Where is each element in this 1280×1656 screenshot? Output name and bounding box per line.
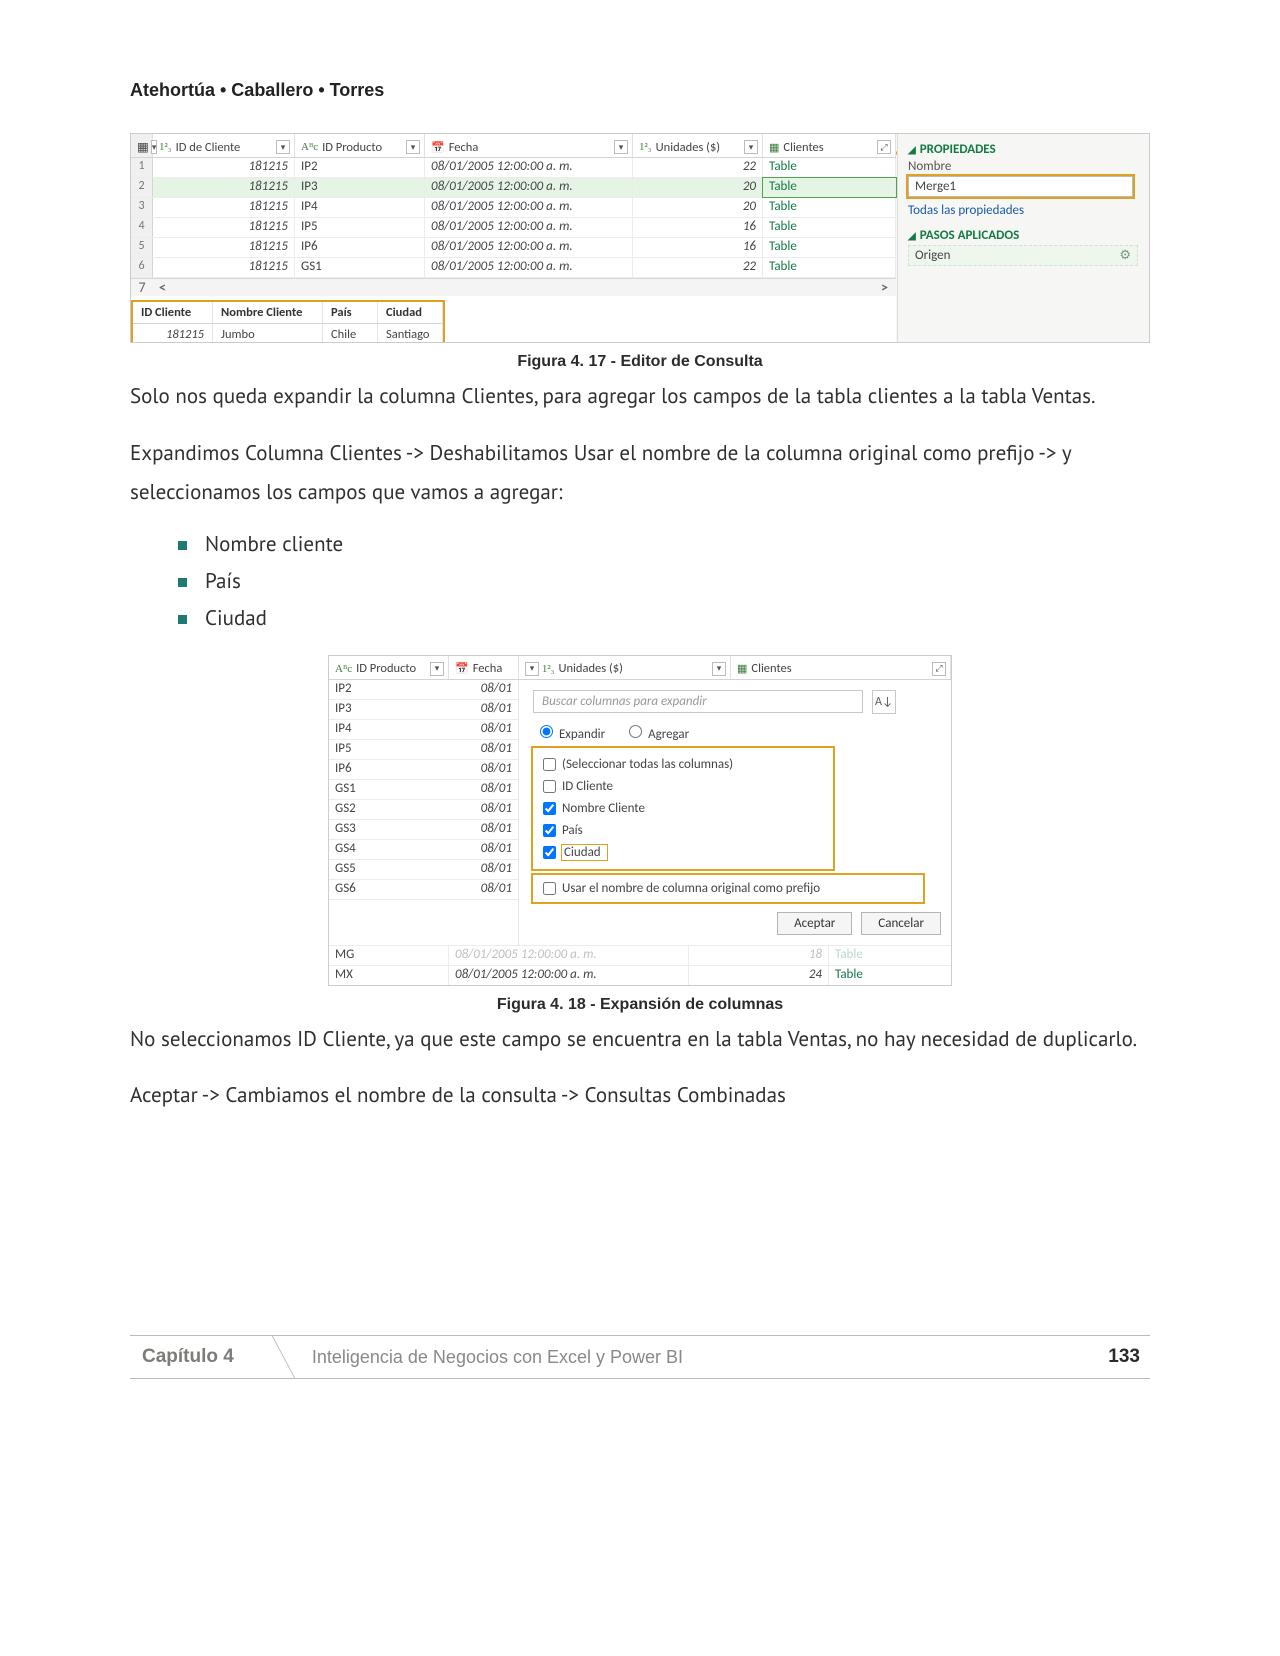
col-clientes[interactable]: ▦Clientes⤢ [763, 134, 896, 157]
cancelar-button[interactable]: Cancelar [861, 912, 941, 935]
col-id-producto[interactable]: AᴮcID Producto▾ [329, 656, 449, 679]
nombre-label: Nombre [908, 159, 1139, 174]
book-title: Inteligencia de Negocios con Excel y Pow… [284, 1347, 683, 1368]
expand-icon: ⤢ [877, 140, 891, 154]
figure-4-17-caption: Figura 4. 17 - Editor de Consulta [130, 353, 1150, 371]
paragraph-4: Aceptar -> Cambiamos el nombre de la con… [130, 1076, 1150, 1115]
table-row[interactable]: 3181215IP408/01/2005 12:00:00 a. m.20Tab… [131, 198, 896, 218]
paragraph-3: No seleccionamos ID Cliente, ya que este… [130, 1020, 1150, 1059]
running-head: Atehortúa • Caballero • Torres [130, 80, 1150, 101]
expand-icon: ⤢ [932, 662, 946, 676]
list-item: Nombre cliente [178, 530, 1150, 557]
radio-agregar[interactable]: Agregar [624, 727, 689, 742]
table-row[interactable]: GS608/01 [329, 880, 518, 900]
figure-4-17: ⟵ ▦▾ 1²₃ID de Cliente▾ AᴮcID Producto▾ 📅… [130, 133, 1150, 343]
table-row[interactable]: IP608/01 [329, 760, 518, 780]
step-origen[interactable]: Origen⚙ [908, 245, 1138, 266]
page-footer: Capítulo 4 Inteligencia de Negocios con … [130, 1335, 1150, 1379]
col-fecha[interactable]: 📅Fecha [449, 656, 519, 679]
col-unidades[interactable]: ▾ 1²₃Unidades ($)▾ [519, 656, 731, 679]
table-row[interactable]: GS108/01 [329, 780, 518, 800]
scrollbar[interactable]: 7 < > [131, 278, 896, 296]
col-clientes[interactable]: ▦Clientes⤢ [731, 656, 951, 679]
list-item: Ciudad [178, 604, 1150, 631]
radio-expandir[interactable]: Expandir [535, 727, 605, 742]
bullet-icon [178, 578, 187, 587]
checkbox-ciudad[interactable]: Ciudad [539, 843, 827, 862]
search-input[interactable]: Buscar columnas para expandir [533, 690, 863, 713]
table-row[interactable]: GS508/01 [329, 860, 518, 880]
chapter-label: Capítulo 4 [130, 1346, 234, 1368]
chevron-down-icon: ◢ [908, 229, 916, 242]
list-item: País [178, 567, 1150, 594]
table-icon[interactable]: ▦▾ [131, 134, 153, 157]
table-row[interactable]: GS308/01 [329, 820, 518, 840]
checkbox-prefijo[interactable]: Usar el nombre de columna original como … [533, 875, 923, 902]
table-row[interactable]: 6181215GS108/01/2005 12:00:00 a. m.22Tab… [131, 258, 896, 278]
page-number: 133 [1108, 1346, 1150, 1368]
bullet-icon [178, 541, 187, 550]
paragraph-1: Solo nos queda expandir la columna Clien… [130, 377, 1150, 416]
table-row[interactable]: GS408/01 [329, 840, 518, 860]
nombre-input[interactable]: Merge1 [908, 176, 1133, 197]
expand-panel: Buscar columnas para expandir A↓ Expandi… [519, 680, 951, 945]
col-unidades[interactable]: 1²₃Unidades ($)▾ [633, 134, 763, 157]
table-row[interactable]: IP508/01 [329, 740, 518, 760]
aceptar-button[interactable]: Aceptar [777, 912, 852, 935]
figure-4-18-caption: Figura 4. 18 - Expansión de columnas [130, 996, 1150, 1014]
col-fecha[interactable]: 📅Fecha▾ [425, 134, 633, 157]
bullet-list: Nombre cliente País Ciudad [178, 530, 1150, 631]
column-header-row: AᴮcID Producto▾ 📅Fecha ▾ 1²₃Unidades ($)… [329, 656, 951, 680]
gear-icon[interactable]: ⚙ [1119, 248, 1131, 263]
checkbox-pais[interactable]: País [539, 821, 827, 840]
table-row[interactable]: IP208/01 [329, 680, 518, 700]
columns-box: (Seleccionar todas las columnas) ID Clie… [533, 748, 833, 869]
checkbox-id-cliente[interactable]: ID Cliente [539, 777, 827, 796]
pasos-section[interactable]: ◢PASOS APLICADOS [908, 228, 1139, 243]
bullet-icon [178, 615, 187, 624]
column-header-row: ▦▾ 1²₃ID de Cliente▾ AᴮcID Producto▾ 📅Fe… [131, 134, 896, 158]
col-id-cliente[interactable]: 1²₃ID de Cliente▾ [153, 134, 295, 157]
table-row[interactable]: GS208/01 [329, 800, 518, 820]
table-row[interactable]: IP408/01 [329, 720, 518, 740]
table-row[interactable]: 2181215IP308/01/2005 12:00:00 a. m.20Tab… [131, 178, 896, 198]
sort-icon[interactable]: A↓ [872, 690, 896, 714]
col-id-producto[interactable]: AᴮcID Producto▾ [295, 134, 425, 157]
checkbox-select-all[interactable]: (Seleccionar todas las columnas) [539, 755, 827, 774]
table-row[interactable]: 1181215IP208/01/2005 12:00:00 a. m.22Tab… [131, 158, 896, 178]
table-row[interactable]: 5181215IP608/01/2005 12:00:00 a. m.16Tab… [131, 238, 896, 258]
propiedades-section[interactable]: ◢PROPIEDADES [908, 142, 1139, 157]
table-row[interactable]: MX08/01/2005 12:00:00 a. m.24Table [329, 965, 951, 985]
table-row[interactable]: 4181215IP508/01/2005 12:00:00 a. m.16Tab… [131, 218, 896, 238]
paragraph-2: Expandimos Columna Clientes -> Deshabili… [130, 434, 1150, 512]
checkbox-nombre-cliente[interactable]: Nombre Cliente [539, 799, 827, 818]
table-row[interactable]: MG08/01/2005 12:00:00 a. m.18Table [329, 945, 951, 965]
detail-preview-table: ID Cliente Nombre Cliente País Ciudad 18… [133, 302, 443, 343]
table-row[interactable]: IP308/01 [329, 700, 518, 720]
properties-panel: ◢PROPIEDADES Nombre Merge1 Todas las pro… [897, 134, 1149, 342]
chevron-down-icon: ◢ [908, 143, 916, 156]
todas-propiedades-link[interactable]: Todas las propiedades [908, 203, 1139, 218]
figure-4-18: AᴮcID Producto▾ 📅Fecha ▾ 1²₃Unidades ($)… [328, 655, 952, 986]
